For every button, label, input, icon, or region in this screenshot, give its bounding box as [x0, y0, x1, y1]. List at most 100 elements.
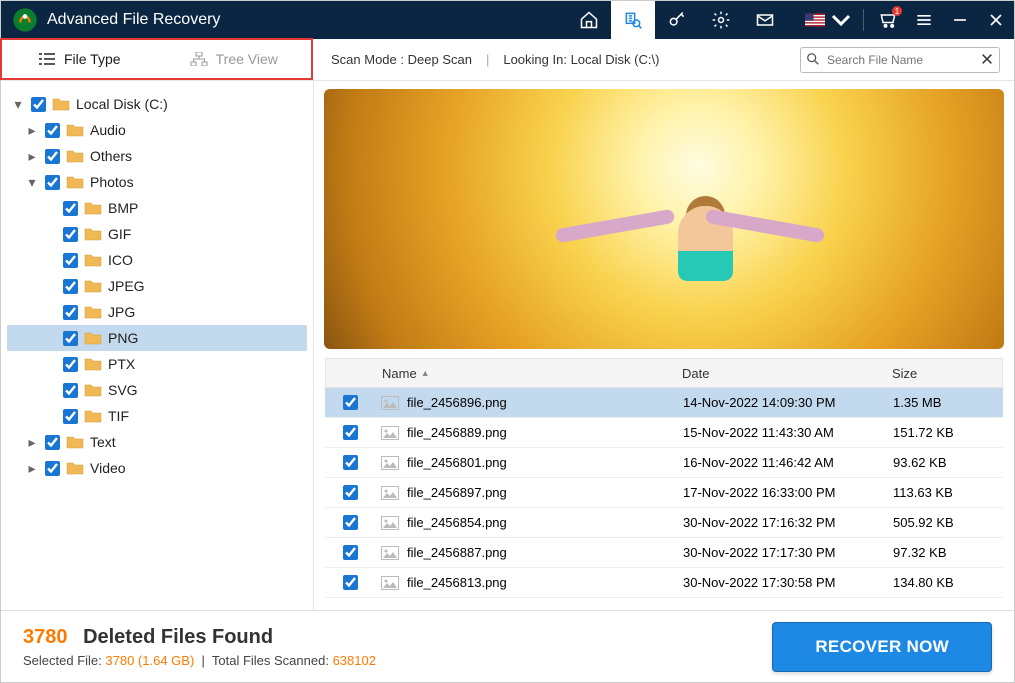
caret-icon[interactable]: ▸	[25, 123, 39, 137]
preview-image	[324, 89, 1004, 349]
file-size: 1.35 MB	[893, 395, 1003, 410]
settings-button[interactable]	[699, 1, 743, 39]
table-row[interactable]: file_2456813.png30-Nov-2022 17:30:58 PM1…	[325, 568, 1003, 598]
tree-checkbox[interactable]	[31, 97, 46, 112]
tree-leaf[interactable]: SVG	[7, 377, 307, 403]
row-checkbox[interactable]	[343, 395, 358, 410]
sidebar-tree[interactable]: ▾ Local Disk (C:) ▸Audio▸Others▾PhotosBM…	[1, 81, 314, 610]
file-name: file_2456889.png	[407, 425, 507, 440]
tree-leaf[interactable]: GIF	[7, 221, 307, 247]
column-name[interactable]: Name ▲	[376, 366, 682, 381]
table-row[interactable]: file_2456896.png14-Nov-2022 14:09:30 PM1…	[325, 388, 1003, 418]
table-body[interactable]: file_2456896.png14-Nov-2022 14:09:30 PM1…	[325, 388, 1003, 609]
tree-checkbox[interactable]	[63, 253, 78, 268]
scan-button[interactable]	[611, 1, 655, 39]
folder-icon	[66, 461, 84, 475]
tree-checkbox[interactable]	[45, 175, 60, 190]
tree-checkbox[interactable]	[45, 435, 60, 450]
folder-icon	[84, 253, 102, 267]
tree-checkbox[interactable]	[63, 279, 78, 294]
tab-tree-view[interactable]: Tree View	[157, 40, 312, 78]
tree-checkbox[interactable]	[63, 331, 78, 346]
home-button[interactable]	[567, 1, 611, 39]
folder-icon	[52, 97, 70, 111]
table-row[interactable]: file_2456801.png16-Nov-2022 11:46:42 AM9…	[325, 448, 1003, 478]
file-table: Name ▲ Date Size file_2456896.png14-Nov-…	[324, 357, 1004, 610]
file-date: 15-Nov-2022 11:43:30 AM	[683, 425, 893, 440]
tree-checkbox[interactable]	[45, 123, 60, 138]
file-name: file_2456887.png	[407, 545, 507, 560]
recover-button[interactable]: RECOVER NOW	[772, 622, 992, 672]
menu-button[interactable]	[906, 1, 942, 39]
tab-file-type[interactable]: File Type	[2, 40, 157, 78]
caret-icon[interactable]: ▸	[25, 149, 39, 163]
caret-icon[interactable]: ▸	[25, 435, 39, 449]
file-name: file_2456801.png	[407, 455, 507, 470]
tree-item[interactable]: ▾Photos	[7, 169, 307, 195]
tree-leaf[interactable]: TIF	[7, 403, 307, 429]
table-row[interactable]: file_2456897.png17-Nov-2022 16:33:00 PM1…	[325, 478, 1003, 508]
row-checkbox[interactable]	[343, 545, 358, 560]
clear-search-icon[interactable]	[980, 52, 994, 66]
row-checkbox[interactable]	[343, 515, 358, 530]
row-checkbox[interactable]	[343, 575, 358, 590]
tree-leaf[interactable]: JPEG	[7, 273, 307, 299]
file-size: 151.72 KB	[893, 425, 1003, 440]
tree-checkbox[interactable]	[63, 383, 78, 398]
image-file-icon	[381, 456, 399, 470]
tree-leaf[interactable]: JPG	[7, 299, 307, 325]
close-button[interactable]	[978, 1, 1014, 39]
search-input[interactable]	[800, 47, 1000, 73]
caret-icon[interactable]: ▸	[25, 461, 39, 475]
row-checkbox[interactable]	[343, 425, 358, 440]
tree-item[interactable]: ▸Audio	[7, 117, 307, 143]
tree-leaf[interactable]: PTX	[7, 351, 307, 377]
mail-button[interactable]	[743, 1, 787, 39]
file-date: 14-Nov-2022 14:09:30 PM	[683, 395, 893, 410]
tree-leaf[interactable]: PNG	[7, 325, 307, 351]
minimize-button[interactable]	[942, 1, 978, 39]
column-date[interactable]: Date	[682, 366, 892, 381]
tree-checkbox[interactable]	[63, 305, 78, 320]
file-name: file_2456854.png	[407, 515, 507, 530]
tree-leaf[interactable]: BMP	[7, 195, 307, 221]
folder-icon	[84, 357, 102, 371]
headline: 3780 Deleted Files Found	[23, 626, 772, 649]
cart-button[interactable]: 1	[870, 1, 906, 39]
image-file-icon	[381, 576, 399, 590]
tree-root[interactable]: ▾ Local Disk (C:)	[7, 91, 307, 117]
tree-item[interactable]: ▸Video	[7, 455, 307, 481]
tree-checkbox[interactable]	[45, 149, 60, 164]
view-tabs: File Type Tree View	[0, 38, 313, 80]
list-icon	[38, 52, 56, 66]
key-button[interactable]	[655, 1, 699, 39]
tabs-row: File Type Tree View Scan Mode : Deep Sca…	[1, 39, 1014, 81]
tree-checkbox[interactable]	[63, 227, 78, 242]
folder-icon	[84, 305, 102, 319]
hierarchy-icon	[190, 52, 208, 66]
file-name: file_2456813.png	[407, 575, 507, 590]
row-checkbox[interactable]	[343, 455, 358, 470]
caret-down-icon[interactable]: ▾	[11, 97, 25, 111]
table-row[interactable]: file_2456889.png 15-Nov-2022 11:43:30 AM1…	[325, 418, 1003, 448]
tree-leaf[interactable]: ICO	[7, 247, 307, 273]
table-row[interactable]: file_2456887.png30-Nov-2022 17:17:30 PM9…	[325, 538, 1003, 568]
tree-checkbox[interactable]	[63, 409, 78, 424]
table-row[interactable]: file_2456854.png30-Nov-2022 17:16:32 PM5…	[325, 508, 1003, 538]
app-logo	[11, 6, 39, 34]
tree-checkbox[interactable]	[45, 461, 60, 476]
row-checkbox[interactable]	[343, 485, 358, 500]
tree-checkbox[interactable]	[63, 357, 78, 372]
file-date: 30-Nov-2022 17:16:32 PM	[683, 515, 893, 530]
file-name: file_2456897.png	[407, 485, 507, 500]
folder-icon	[84, 227, 102, 241]
tab-label: Tree View	[216, 51, 278, 67]
tree-item[interactable]: ▸Others	[7, 143, 307, 169]
column-size[interactable]: Size	[892, 366, 1002, 381]
tree-checkbox[interactable]	[63, 201, 78, 216]
tree-item[interactable]: ▸Text	[7, 429, 307, 455]
folder-icon	[84, 279, 102, 293]
file-size: 113.63 KB	[893, 485, 1003, 500]
language-button[interactable]	[799, 1, 857, 39]
caret-icon[interactable]: ▾	[25, 175, 39, 189]
